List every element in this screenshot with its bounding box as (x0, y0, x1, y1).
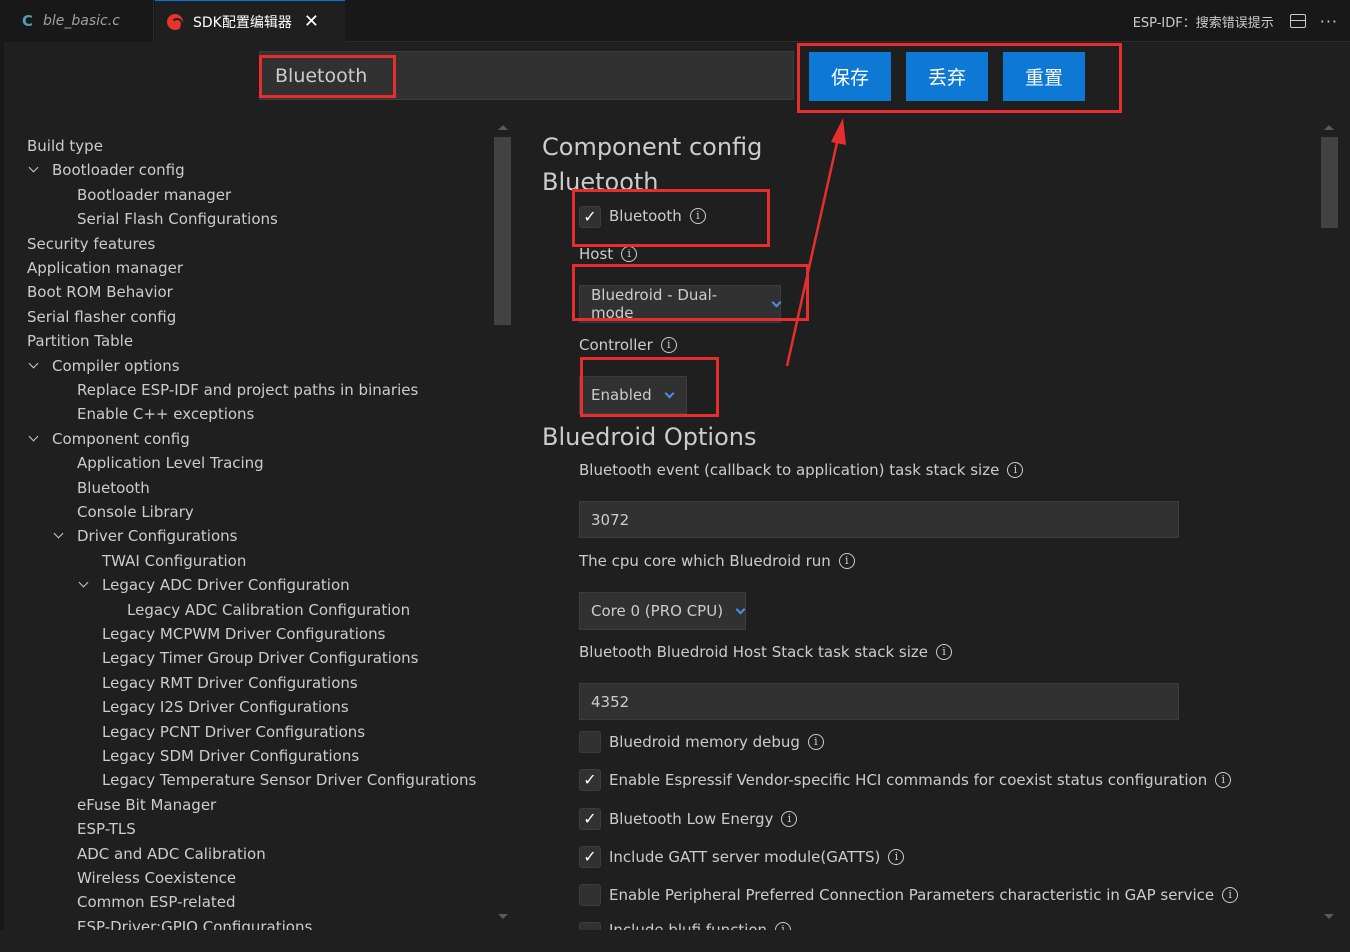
annotation-arrow (785, 118, 846, 367)
